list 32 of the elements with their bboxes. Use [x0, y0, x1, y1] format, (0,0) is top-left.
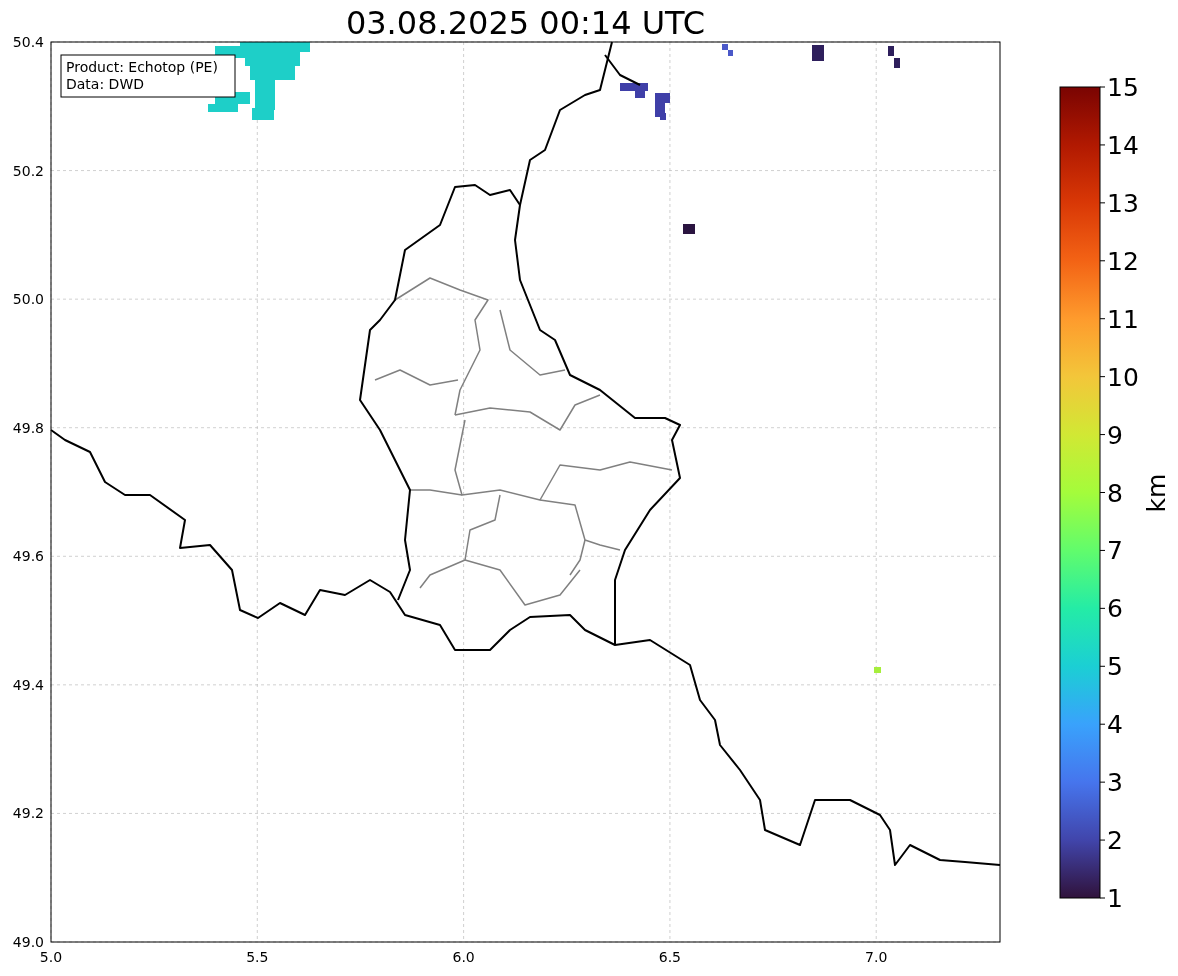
colorbar-tick-label: 13	[1107, 188, 1139, 218]
colorbar-tick-label: 3	[1107, 768, 1123, 798]
colorbar-tick-label: 10	[1107, 362, 1139, 392]
y-tick-label: 49.4	[12, 676, 44, 693]
y-tick-label: 50.2	[12, 162, 44, 179]
info-text: Product: Echotop (PE)	[66, 59, 218, 75]
y-tick-label: 50.4	[12, 34, 44, 50]
y-tick-label: 49.6	[12, 548, 44, 565]
x-tick-label: 5.5	[246, 949, 269, 965]
colorbar-tick-label: 9	[1107, 420, 1123, 450]
x-tick-label: 7.0	[865, 949, 888, 965]
colorbar-tick-label: 12	[1107, 246, 1139, 276]
x-tick-label: 6.0	[452, 949, 475, 965]
colorbar-tick-label: 8	[1107, 478, 1123, 508]
colorbar-tick-label: 6	[1107, 594, 1123, 624]
chart-title: 03.08.2025 00:14 UTC	[345, 4, 706, 42]
y-tick-label: 50.0	[12, 291, 44, 308]
colorbar-tick-label: 7	[1107, 536, 1123, 566]
colorbar-tick-label: 5	[1107, 652, 1123, 682]
y-tick-label: 49.0	[12, 934, 44, 950]
colorbar-label: km	[1142, 473, 1171, 513]
y-tick-label: 49.2	[12, 805, 44, 822]
colorbar-tick-label: 4	[1107, 710, 1123, 740]
colorbar-tick-label: 2	[1107, 826, 1123, 856]
info-text: Data: DWD	[66, 76, 144, 92]
colorbar-tick-label: 15	[1107, 73, 1139, 102]
y-tick-label: 49.8	[12, 419, 44, 436]
x-tick-label: 6.5	[658, 949, 682, 965]
colorbar-tick-label: 1	[1107, 884, 1123, 913]
colorbar-tick-label: 14	[1107, 130, 1139, 160]
colorbar-tick-label: 11	[1107, 304, 1139, 334]
x-tick-label: 5.0	[39, 949, 63, 965]
